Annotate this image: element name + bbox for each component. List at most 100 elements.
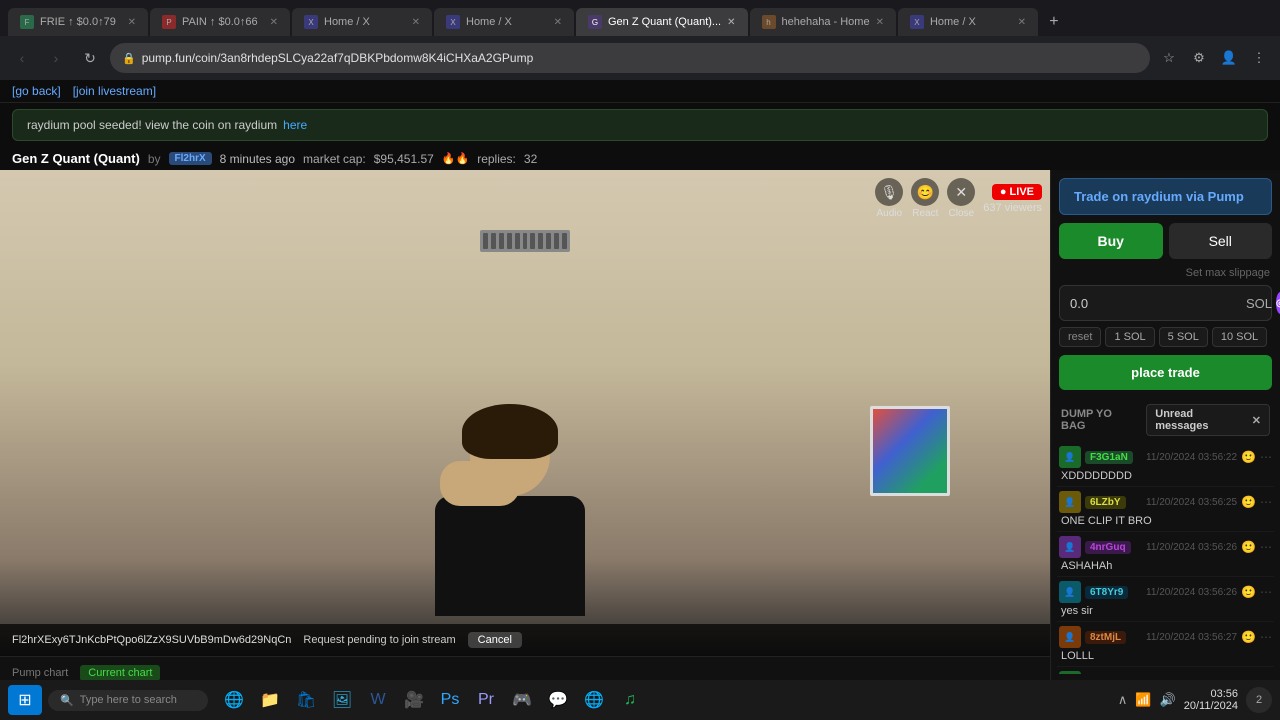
sell-button[interactable]: Sell bbox=[1169, 223, 1273, 259]
chat-text-2: ONE CLIP IT BRO bbox=[1059, 515, 1272, 527]
buy-button[interactable]: Buy bbox=[1059, 223, 1163, 259]
notification-button[interactable]: 2 bbox=[1246, 687, 1272, 713]
tab-hehe[interactable]: h hehehaha - Home ✕ bbox=[750, 8, 896, 36]
preset-5sol-button[interactable]: 5 SOL bbox=[1159, 327, 1208, 347]
creator-badge[interactable]: Fl2hrX bbox=[169, 152, 212, 165]
tab-close-frie[interactable]: ✕ bbox=[128, 17, 136, 28]
tab-close-home2[interactable]: ✕ bbox=[554, 17, 562, 28]
network-icon[interactable]: 📶 bbox=[1135, 692, 1151, 708]
video-bottom-bar: Fl2hrXExy6TJnKcbPtQpo6lZzX9SUVbB9mDw6d29… bbox=[0, 624, 1050, 656]
person-figure bbox=[435, 416, 585, 616]
chat-actions-3: 🙂 ⋯ bbox=[1241, 540, 1272, 554]
start-button[interactable]: ⊞ bbox=[8, 685, 42, 715]
profile-icon[interactable]: 👤 bbox=[1216, 45, 1242, 71]
chat-username-3[interactable]: 4nrGuq bbox=[1085, 541, 1131, 554]
chat-more-icon-5[interactable]: ⋯ bbox=[1260, 630, 1272, 644]
taskbar-app-chrome[interactable]: 🌐 bbox=[578, 684, 610, 716]
chat-emoji-icon-4[interactable]: 🙂 bbox=[1241, 585, 1256, 599]
menu-icon[interactable]: ⋮ bbox=[1246, 45, 1272, 71]
chat-username-2[interactable]: 6LZbY bbox=[1085, 496, 1126, 509]
tab-home1[interactable]: X Home / X ✕ bbox=[292, 8, 432, 36]
join-livestream-link[interactable]: [join livestream] bbox=[73, 84, 156, 98]
close-button[interactable]: ✕ Close bbox=[947, 178, 975, 219]
chat-timestamp-1: 11/20/2024 03:56:22 bbox=[1146, 452, 1237, 463]
sol-label: SOL bbox=[1246, 296, 1272, 311]
chat-more-icon-1[interactable]: ⋯ bbox=[1260, 450, 1272, 464]
raydium-here-link[interactable]: here bbox=[283, 118, 307, 132]
taskbar-app-obs[interactable]: 🎥 bbox=[398, 684, 430, 716]
page-content: [go back] [join livestream] raydium pool… bbox=[0, 80, 1280, 720]
chat-more-icon-4[interactable]: ⋯ bbox=[1260, 585, 1272, 599]
taskbar-app-photos[interactable]: 🖼 bbox=[326, 684, 358, 716]
preset-10sol-button[interactable]: 10 SOL bbox=[1212, 327, 1267, 347]
unread-close-icon[interactable]: ✕ bbox=[1252, 414, 1261, 427]
chat-text-5: LOLLL bbox=[1059, 650, 1272, 662]
address-bar[interactable]: 🔒 pump.fun/coin/3an8rhdepSLCya22af7qDBKP… bbox=[110, 43, 1150, 73]
extension-icon[interactable]: ⚙ bbox=[1186, 45, 1212, 71]
volume-icon[interactable]: 🔊 bbox=[1160, 692, 1176, 708]
tab-close-pain[interactable]: ✕ bbox=[270, 17, 278, 28]
taskbar-app-discord[interactable]: 💬 bbox=[542, 684, 574, 716]
preset-1sol-button[interactable]: 1 SOL bbox=[1105, 327, 1154, 347]
sol-input[interactable] bbox=[1070, 296, 1246, 311]
unread-label: Unread messages bbox=[1155, 408, 1248, 432]
audio-button[interactable]: 🎙 Audio bbox=[875, 178, 903, 219]
tab-home2[interactable]: X Home / X ✕ bbox=[434, 8, 574, 36]
tab-gen[interactable]: G Gen Z Quant (Quant)... ✕ bbox=[576, 8, 748, 36]
chat-username-1[interactable]: F3G1aN bbox=[1085, 451, 1133, 464]
tab-close-gen[interactable]: ✕ bbox=[727, 17, 735, 28]
taskbar-app-files[interactable]: 📁 bbox=[254, 684, 286, 716]
replies-label: replies: bbox=[477, 152, 516, 166]
taskbar-app-store[interactable]: 🛍 bbox=[290, 684, 322, 716]
lock-icon: 🔒 bbox=[122, 52, 136, 65]
tab-close-hehe[interactable]: ✕ bbox=[876, 17, 884, 28]
current-chart-badge[interactable]: Current chart bbox=[80, 665, 160, 681]
chat-username-4[interactable]: 6T8Yr9 bbox=[1085, 586, 1128, 599]
taskbar-app-ps[interactable]: Ps bbox=[434, 684, 466, 716]
place-trade-button[interactable]: place trade bbox=[1059, 355, 1272, 390]
chat-header: DUMP YO BAG Unread messages ✕ bbox=[1051, 398, 1280, 442]
systray-expand-icon[interactable]: ∧ bbox=[1118, 692, 1128, 708]
tab-home3[interactable]: X Home / X ✕ bbox=[898, 8, 1038, 36]
tab-close-home1[interactable]: ✕ bbox=[412, 17, 420, 28]
chat-emoji-icon-5[interactable]: 🙂 bbox=[1241, 630, 1256, 644]
taskbar-app-spotify[interactable]: ♫ bbox=[614, 684, 646, 716]
taskbar-app-word[interactable]: W bbox=[362, 684, 394, 716]
new-tab-button[interactable]: + bbox=[1040, 8, 1068, 36]
tab-pain[interactable]: P PAIN ↑ $0.0↑66 ✕ bbox=[150, 8, 290, 36]
bookmark-icon[interactable]: ☆ bbox=[1156, 45, 1182, 71]
address-text: pump.fun/coin/3an8rhdepSLCya22af7qDBKPbd… bbox=[142, 51, 534, 65]
taskbar-search[interactable]: 🔍 Type here to search bbox=[48, 690, 208, 711]
by-label: by bbox=[148, 152, 161, 166]
taskbar-app-steam[interactable]: 🎮 bbox=[506, 684, 538, 716]
chat-actions-4: 🙂 ⋯ bbox=[1241, 585, 1272, 599]
taskbar-app-prem[interactable]: Pr bbox=[470, 684, 502, 716]
chat-emoji-icon-2[interactable]: 🙂 bbox=[1241, 495, 1256, 509]
nav-forward-button[interactable]: › bbox=[42, 44, 70, 72]
nav-refresh-button[interactable]: ↻ bbox=[76, 44, 104, 72]
raydium-banner-text: raydium pool seeded! view the coin on ra… bbox=[27, 118, 277, 132]
chat-more-icon-3[interactable]: ⋯ bbox=[1260, 540, 1272, 554]
chat-avatar-1: 👤 bbox=[1059, 446, 1081, 468]
go-back-link[interactable]: [go back] bbox=[12, 84, 61, 98]
taskbar-app-edge[interactable]: 🌐 bbox=[218, 684, 250, 716]
cancel-button[interactable]: Cancel bbox=[468, 632, 522, 648]
chat-text-1: XDDDDDDDD bbox=[1059, 470, 1272, 482]
tab-frie[interactable]: F FRIE ↑ $0.0↑79 ✕ bbox=[8, 8, 148, 36]
tab-favicon-hehe: h bbox=[762, 15, 776, 29]
nav-actions: ☆ ⚙ 👤 ⋮ bbox=[1156, 45, 1272, 71]
react-button[interactable]: 😊 React bbox=[911, 178, 939, 219]
chat-more-icon-2[interactable]: ⋯ bbox=[1260, 495, 1272, 509]
raydium-trade-header: Trade on raydium via Pump bbox=[1059, 178, 1272, 215]
chat-username-5[interactable]: 8ztMjL bbox=[1085, 631, 1126, 644]
coin-header: Gen Z Quant (Quant) by Fl2hrX 8 minutes … bbox=[0, 147, 1280, 170]
time-ago: 8 minutes ago bbox=[220, 152, 295, 166]
chat-emoji-icon-1[interactable]: 🙂 bbox=[1241, 450, 1256, 464]
reset-button[interactable]: reset bbox=[1059, 327, 1101, 347]
chat-timestamp-2: 11/20/2024 03:56:25 bbox=[1146, 497, 1237, 508]
nav-back-button[interactable]: ‹ bbox=[8, 44, 36, 72]
tab-close-home3[interactable]: ✕ bbox=[1018, 17, 1026, 28]
chat-text-4: yes sir bbox=[1059, 605, 1272, 617]
chat-emoji-icon-3[interactable]: 🙂 bbox=[1241, 540, 1256, 554]
main-layout: 🎙 Audio 😊 React ✕ Close ● LIVE 637 viewe… bbox=[0, 170, 1280, 720]
